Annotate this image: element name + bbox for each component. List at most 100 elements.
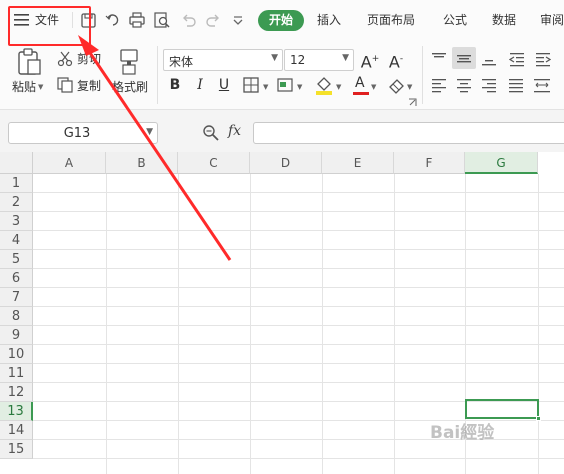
font-color-swatch — [353, 92, 369, 95]
align-left-icon[interactable] — [431, 77, 447, 93]
column-header[interactable]: D — [250, 152, 322, 174]
underline-button[interactable]: U — [214, 75, 234, 95]
fill-color-dropdown-icon[interactable]: ▼ — [336, 83, 341, 91]
row-header[interactable]: 10 — [0, 345, 33, 364]
grid-line — [322, 174, 323, 474]
borders-icon[interactable] — [243, 77, 260, 94]
decrease-font-size-icon[interactable]: A- — [386, 49, 406, 71]
print-icon[interactable] — [128, 10, 146, 30]
paste-icon[interactable] — [16, 48, 42, 76]
borders-dropdown-icon[interactable]: ▼ — [263, 83, 268, 91]
tab-insert[interactable]: 插入 — [317, 11, 341, 29]
eraser-dropdown-icon[interactable]: ▼ — [407, 83, 412, 91]
row-header[interactable]: 4 — [0, 231, 33, 250]
cut-button[interactable]: 剪切 — [77, 52, 101, 66]
increase-font-size-icon[interactable]: A+ — [360, 49, 380, 71]
grid-line — [33, 382, 564, 383]
grid-line — [394, 174, 395, 474]
annotation-highlight-box — [8, 6, 91, 46]
decrease-indent-icon[interactable] — [508, 51, 525, 67]
grid-line — [178, 174, 179, 474]
row-header[interactable]: 11 — [0, 364, 33, 383]
formula-bar: G13 ▼ fx — [0, 110, 564, 152]
chevron-down-icon: ▼ — [342, 53, 349, 63]
grid-line — [33, 192, 564, 193]
paste-dropdown-icon[interactable]: ▼ — [38, 83, 43, 91]
insert-function-button[interactable]: fx — [228, 123, 241, 139]
fill-style-dropdown-icon[interactable]: ▼ — [297, 83, 302, 91]
grid-line — [33, 268, 564, 269]
formula-input[interactable] — [253, 122, 564, 144]
row-header[interactable]: 13 — [0, 402, 33, 421]
active-cell-g13[interactable] — [465, 399, 541, 421]
tab-home[interactable]: 开始 — [258, 10, 304, 31]
italic-button[interactable]: I — [190, 75, 210, 95]
font-color-dropdown-icon[interactable]: ▼ — [371, 83, 376, 91]
fill-color-icon[interactable] — [314, 75, 334, 95]
row-header[interactable]: 2 — [0, 193, 33, 212]
fill-handle[interactable] — [536, 416, 541, 421]
row-header[interactable]: 1 — [0, 174, 33, 193]
row-header[interactable]: 12 — [0, 383, 33, 402]
column-header[interactable]: C — [178, 152, 250, 174]
redo-icon[interactable] — [204, 10, 222, 30]
grid-line — [33, 344, 564, 345]
column-header[interactable]: E — [322, 152, 394, 174]
font-name-select[interactable]: 宋体 ▼ — [163, 49, 283, 71]
row-header[interactable]: 15 — [0, 440, 33, 459]
select-all-corner[interactable] — [0, 152, 33, 174]
grid-line — [33, 211, 564, 212]
paste-button[interactable]: 粘贴 — [12, 80, 36, 94]
copy-icon[interactable] — [57, 77, 73, 93]
grid-line — [33, 325, 564, 326]
column-header[interactable]: F — [394, 152, 465, 174]
row-header[interactable]: 8 — [0, 307, 33, 326]
bold-button[interactable]: B — [165, 75, 185, 95]
chevron-down-icon[interactable]: ▼ — [146, 127, 153, 137]
grid-line — [33, 458, 564, 459]
font-dialog-launcher-icon[interactable] — [408, 96, 417, 106]
undo-icon[interactable] — [180, 10, 198, 30]
row-header[interactable]: 3 — [0, 212, 33, 231]
scissors-icon[interactable] — [57, 51, 73, 67]
tab-formulas[interactable]: 公式 — [443, 11, 467, 29]
divider — [422, 46, 423, 104]
customize-dropdown-icon[interactable] — [230, 10, 248, 30]
tab-data[interactable]: 数据 — [492, 11, 516, 29]
fill-style-icon[interactable] — [277, 77, 295, 94]
format-painter-button[interactable]: 格式刷 — [112, 80, 148, 94]
align-top-icon[interactable] — [431, 51, 447, 67]
align-center-icon[interactable] — [456, 77, 472, 93]
undo-history-icon[interactable] — [104, 10, 122, 30]
row-header[interactable]: 7 — [0, 288, 33, 307]
font-color-button[interactable]: A — [351, 75, 371, 95]
column-header[interactable]: B — [106, 152, 178, 174]
format-painter-icon[interactable] — [118, 48, 140, 76]
distributed-align-icon[interactable] — [533, 77, 551, 93]
print-preview-icon[interactable] — [153, 10, 171, 30]
name-box[interactable]: G13 ▼ — [8, 122, 158, 144]
column-header[interactable]: A — [33, 152, 106, 174]
row-header[interactable]: 9 — [0, 326, 33, 345]
tab-review[interactable]: 审阅 — [540, 11, 564, 29]
tab-page-layout[interactable]: 页面布局 — [367, 11, 415, 29]
grid-line — [106, 174, 107, 474]
zoom-search-icon[interactable] — [202, 124, 220, 142]
align-right-icon[interactable] — [481, 77, 497, 93]
grid-line — [33, 363, 564, 364]
eraser-icon[interactable] — [388, 77, 406, 94]
align-middle-icon[interactable] — [452, 47, 476, 69]
font-color-label: A — [355, 75, 365, 91]
justify-icon[interactable] — [508, 77, 524, 93]
align-bottom-icon[interactable] — [481, 51, 497, 67]
name-box-value: G13 — [63, 126, 91, 141]
grid-line — [33, 230, 564, 231]
row-header[interactable]: 5 — [0, 250, 33, 269]
row-header[interactable]: 14 — [0, 421, 33, 440]
row-header[interactable]: 6 — [0, 269, 33, 288]
column-header[interactable]: G — [465, 152, 538, 174]
copy-button[interactable]: 复制 — [77, 79, 101, 93]
font-size-select[interactable]: 12 ▼ — [284, 49, 354, 71]
increase-indent-icon[interactable] — [535, 51, 552, 67]
watermark: Bai經验 — [430, 423, 495, 443]
